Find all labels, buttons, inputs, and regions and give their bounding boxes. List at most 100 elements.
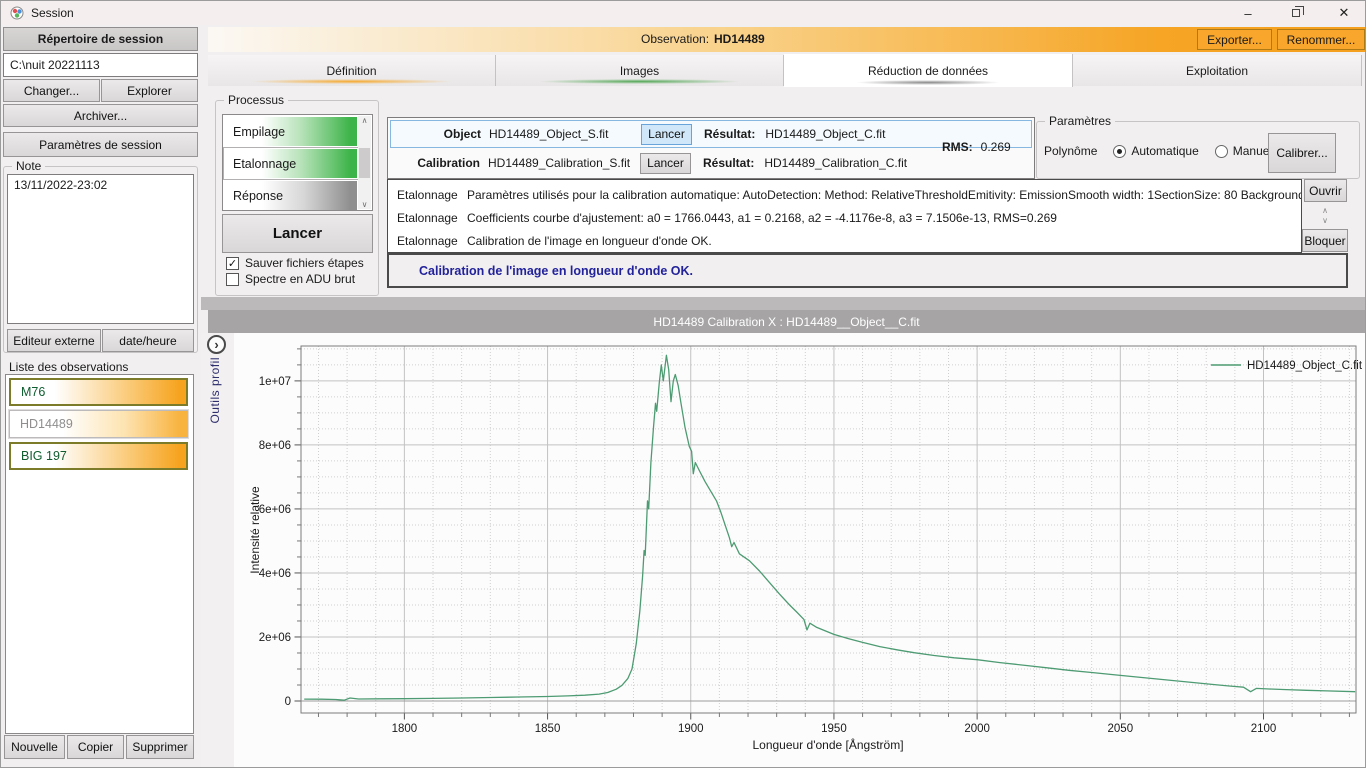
app-window: Session – ✕ Répertoire de session C:\nui… (0, 0, 1366, 768)
observation-header-band (208, 27, 1365, 52)
process-item-empilage[interactable]: Empilage (225, 117, 357, 146)
note-label: Note (12, 159, 45, 173)
log-tag-3: Etalonnage (397, 234, 459, 248)
restore-icon (1292, 9, 1300, 17)
log-tag-1: Etalonnage (397, 188, 459, 202)
lock-button[interactable]: Bloquer (1302, 229, 1348, 252)
log-scrollbar[interactable]: ∧ ∨ (1313, 203, 1337, 228)
processus-scrollbar[interactable]: ∧ ∨ (358, 116, 371, 209)
x-tick-label: 1950 (821, 723, 847, 735)
open-button[interactable]: Ouvrir (1304, 179, 1347, 202)
observation-item-big197[interactable]: BIG 197 (9, 442, 188, 470)
copy-observation-button[interactable]: Copier (67, 735, 124, 759)
observations-list-label: Liste des observations (9, 360, 128, 374)
pipeline-box: Object HD14489_Object_S.fit Lancer Résul… (387, 117, 1035, 179)
automatic-radio[interactable] (1113, 145, 1126, 158)
tab-reduction-accent (856, 80, 1000, 85)
tab-exploitation[interactable]: Exploitation (1073, 55, 1362, 86)
plot-frame (301, 346, 1356, 713)
y-tick-label: 2e+06 (259, 632, 291, 644)
tab-definition-accent (251, 79, 452, 84)
processus-list: Empilage Etalonnage Réponse ∧ ∨ (222, 114, 373, 211)
minimize-button[interactable]: – (1226, 1, 1270, 25)
log-tag-2: Etalonnage (397, 211, 459, 225)
chevron-right-icon: › (214, 337, 218, 352)
minimize-icon: – (1244, 6, 1251, 21)
y-tick-label: 1e+07 (259, 376, 291, 388)
log-text-2: Coefficients courbe d'ajustement: a0 = 1… (467, 211, 1057, 225)
expand-tools-button[interactable]: › (207, 335, 226, 354)
object-row[interactable]: Object HD14489_Object_S.fit Lancer Résul… (390, 120, 1032, 148)
note-textarea[interactable]: 13/11/2022-23:02 (7, 174, 194, 324)
rms-value: 0.269 (981, 140, 1011, 154)
profile-tools-label: Outils profil (208, 357, 222, 424)
tab-reduction-label: Réduction de données (868, 64, 988, 78)
x-tick-label: 2100 (1251, 723, 1277, 735)
manual-radio-label: Manuel (1233, 144, 1272, 158)
x-tick-label: 2050 (1108, 723, 1134, 735)
archive-button[interactable]: Archiver... (3, 104, 198, 127)
calibration-launch-button[interactable]: Lancer (640, 153, 691, 174)
spectrum-plot[interactable]: 180018501900195020002050210002e+064e+066… (234, 333, 1366, 768)
save-steps-checkbox-row: ✓ Sauver fichiers étapes (226, 256, 364, 270)
manual-radio[interactable] (1215, 145, 1228, 158)
calibration-result-value: HD14489_Calibration_C.fit (764, 156, 907, 170)
tab-reduction[interactable]: Réduction de données (784, 54, 1073, 87)
process-item-reponse[interactable]: Réponse (225, 181, 357, 210)
log-text-3: Calibration de l'image en longueur d'ond… (467, 234, 712, 248)
save-steps-checkbox[interactable]: ✓ (226, 257, 239, 270)
calibration-result-label: Résultat: (703, 156, 754, 170)
tab-images[interactable]: Images (496, 55, 784, 86)
rename-button[interactable]: Renommer... (1277, 29, 1365, 50)
observation-item-m76[interactable]: M76 (9, 378, 188, 406)
polynome-label: Polynôme (1044, 144, 1097, 158)
spectrum-curve (304, 355, 1355, 700)
session-path-input[interactable]: C:\nuit 20221113 (3, 53, 198, 77)
process-item-etalonnage[interactable]: Etalonnage (225, 149, 357, 178)
calibrate-button[interactable]: Calibrer... (1268, 133, 1336, 173)
status-message: Calibration de l'image en longueur d'ond… (387, 253, 1348, 288)
rms-label: RMS: (942, 140, 973, 154)
tab-definition[interactable]: Définition (208, 55, 496, 86)
delete-observation-button[interactable]: Supprimer (126, 735, 194, 759)
splitter-handle[interactable] (201, 297, 1366, 310)
session-params-button[interactable]: Paramètres de session (3, 132, 198, 157)
new-observation-button[interactable]: Nouvelle (4, 735, 65, 759)
maximize-button[interactable] (1274, 1, 1318, 25)
observations-list: M76 HD14489 BIG 197 (5, 374, 194, 734)
launch-process-button[interactable]: Lancer (222, 214, 373, 253)
object-result-value: HD14489_Object_C.fit (765, 127, 885, 141)
export-button[interactable]: Exporter... (1197, 29, 1272, 50)
log-line-3: Etalonnage Calibration de l'image en lon… (388, 229, 1301, 252)
observation-item-hd14489[interactable]: HD14489 (9, 410, 188, 438)
scroll-down-icon[interactable]: ∨ (1322, 216, 1328, 226)
object-launch-button[interactable]: Lancer (641, 124, 692, 145)
scroll-up-icon[interactable]: ∧ (362, 116, 368, 125)
y-tick-label: 0 (285, 696, 291, 708)
datetime-button[interactable]: date/heure (102, 329, 194, 352)
log-line-1: Etalonnage Paramètres utilisés pour la c… (388, 183, 1301, 206)
save-steps-label: Sauver fichiers étapes (245, 256, 364, 270)
log-line-2: Etalonnage Coefficients courbe d'ajustem… (388, 206, 1301, 229)
parametres-label: Paramètres (1045, 114, 1115, 128)
legend-label: HD14489_Object_C.fit (1247, 360, 1363, 372)
log-box: Etalonnage Paramètres utilisés pour la c… (387, 179, 1302, 253)
scroll-down-icon[interactable]: ∨ (362, 200, 368, 209)
change-directory-button[interactable]: Changer... (3, 79, 100, 102)
tab-definition-label: Définition (326, 64, 376, 78)
object-label: Object (391, 127, 489, 141)
external-editor-button[interactable]: Editeur externe (7, 329, 101, 352)
explore-button[interactable]: Explorer (101, 79, 198, 102)
scroll-up-icon[interactable]: ∧ (1322, 206, 1328, 216)
automatic-radio-label: Automatique (1131, 144, 1198, 158)
calibration-row[interactable]: Calibration HD14489_Calibration_S.fit La… (390, 149, 1032, 177)
session-directory-header: Répertoire de session (3, 27, 198, 51)
close-button[interactable]: ✕ (1322, 1, 1366, 25)
scrollbar-thumb[interactable] (359, 148, 370, 178)
adu-checkbox[interactable] (226, 273, 239, 286)
adu-checkbox-row: Spectre en ADU brut (226, 272, 355, 286)
tab-images-accent (539, 79, 740, 84)
title-bar (1, 1, 1366, 25)
calibration-label: Calibration (390, 156, 488, 170)
window-title: Session (31, 6, 74, 20)
